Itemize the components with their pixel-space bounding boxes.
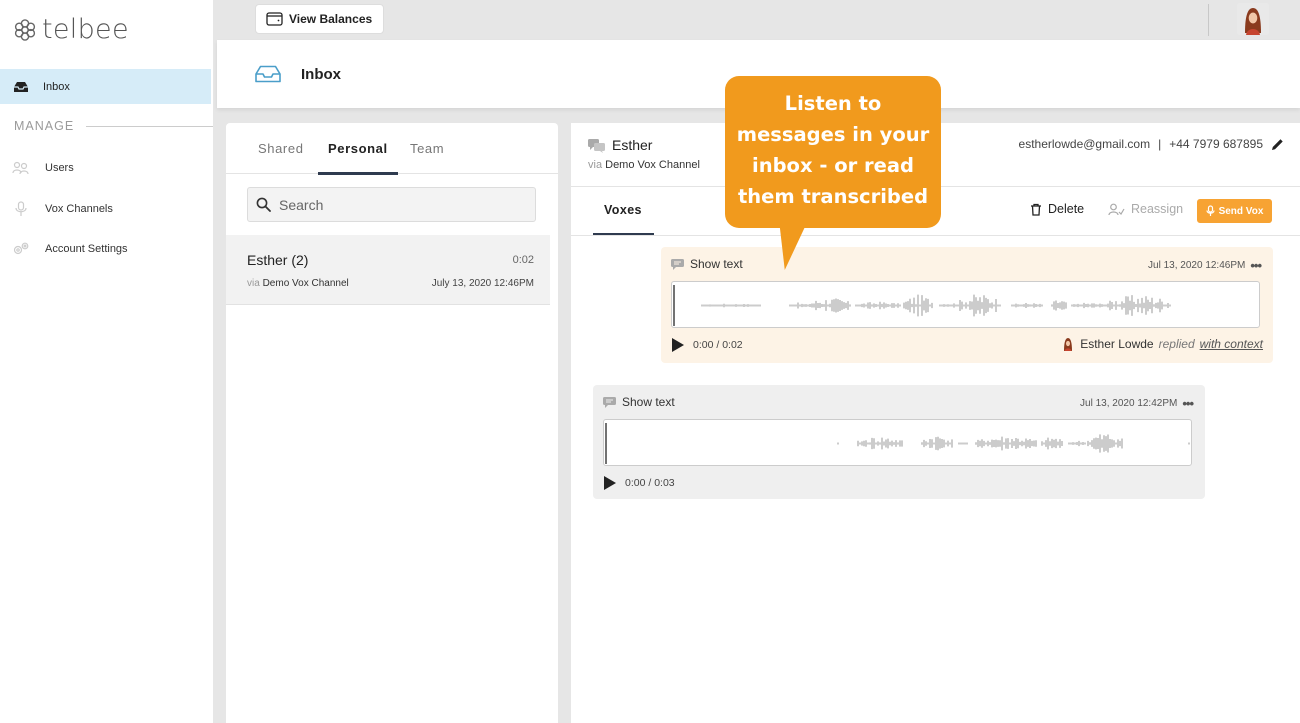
send-vox-label: Send Vox [1218, 205, 1264, 217]
speech-bubble-icon [603, 396, 616, 408]
tab-personal[interactable]: Personal [328, 141, 388, 156]
waveform-graphic [605, 423, 1190, 464]
user-avatar-icon [1237, 3, 1269, 35]
callout-line: messages in your [736, 123, 930, 146]
replied-by-name: Esther Lowde [1080, 337, 1154, 351]
speech-bubble-icon [671, 258, 684, 270]
divider [86, 125, 213, 127]
send-vox-button[interactable]: Send Vox [1197, 199, 1272, 223]
manage-section-header: MANAGE [14, 119, 213, 133]
pencil-icon[interactable] [1271, 138, 1284, 151]
show-text-button[interactable]: Show text [603, 395, 675, 409]
sidebar-item-label: Users [45, 162, 74, 174]
inbox-tabs: Shared Personal Team [226, 123, 558, 175]
conversation-date: July 13, 2020 12:46PM [431, 278, 534, 289]
gears-icon [13, 242, 29, 255]
channel-name: Demo Vox Channel [262, 278, 349, 289]
user-avatar-icon [1064, 338, 1073, 351]
telbee-logo[interactable]: telbee [12, 14, 129, 45]
flower-logo-icon [14, 18, 36, 41]
callout-line: Listen to [784, 92, 882, 115]
contact-email: estherlowde@gmail.com [1018, 137, 1151, 151]
play-icon[interactable] [603, 475, 617, 491]
replied-info: Esther Lowde replied with context [1061, 337, 1263, 351]
contact-phone: +44 7979 687895 [1169, 137, 1263, 151]
top-bar: View Balances [213, 0, 1300, 40]
sidebar-item-label: Account Settings [45, 243, 128, 255]
via-label: via [247, 278, 260, 289]
audio-player: 0:00 / 0:02 [671, 337, 743, 353]
trash-icon [1031, 203, 1041, 216]
conversation-duration: 0:02 [512, 254, 534, 266]
vox-message: Show text Jul 13, 2020 12:42PM ••• 0:00 … [593, 385, 1205, 499]
view-balances-label: View Balances [289, 12, 373, 26]
vox-timestamp: Jul 13, 2020 12:46PM [1148, 260, 1246, 271]
playback-time: 0:00 / 0:03 [625, 477, 675, 489]
sidebar: telbee Inbox MANAGE Users Vox Channels A… [0, 0, 213, 723]
sidebar-item-vox-channels[interactable]: Vox Channels [12, 201, 113, 217]
waveform[interactable] [603, 419, 1192, 466]
page-title: Inbox [301, 65, 341, 83]
audio-player: 0:00 / 0:03 [603, 475, 675, 491]
delete-button[interactable]: Delete [1030, 202, 1084, 216]
conversation-item[interactable]: Esther (2) 0:02 via Demo Vox Channel Jul… [226, 235, 550, 305]
vox-date: Jul 13, 2020 12:46PM ••• [1148, 258, 1262, 273]
sidebar-item-label: Inbox [43, 80, 70, 93]
brand-name: telbee [42, 14, 129, 45]
channel-name: Demo Vox Channel [605, 159, 700, 171]
tab-shared[interactable]: Shared [258, 141, 304, 156]
users-icon [12, 161, 29, 175]
separator: | [1158, 137, 1162, 151]
conversation-list-panel: Shared Personal Team Esther (2) 0:02 via… [226, 123, 558, 723]
callout-line: inbox - or read [752, 154, 914, 177]
divider [1208, 4, 1209, 36]
sidebar-item-inbox[interactable]: Inbox [0, 69, 211, 104]
divider [571, 235, 1300, 236]
reassign-user-icon [1108, 203, 1125, 215]
microphone-icon [15, 201, 27, 216]
contact-info: estherlowde@gmail.com | +44 7979 687895 [1019, 137, 1284, 151]
delete-label: Delete [1048, 202, 1085, 216]
active-tab-indicator [318, 172, 398, 175]
more-options-icon[interactable]: ••• [1182, 396, 1194, 411]
inbox-outline-icon [255, 65, 281, 83]
tab-team[interactable]: Team [410, 141, 444, 156]
vox-timestamp: Jul 13, 2020 12:42PM [1080, 398, 1178, 409]
waveform-graphic [673, 285, 1171, 326]
sidebar-item-label: Vox Channels [45, 203, 113, 215]
search-icon [256, 197, 271, 212]
contact-channel: via Demo Vox Channel [588, 159, 700, 171]
conversation-name: Esther (2) [247, 252, 309, 268]
vox-message: Show text Jul 13, 2020 12:46PM ••• 0:00 … [661, 247, 1273, 363]
sidebar-item-account-settings[interactable]: Account Settings [12, 241, 128, 257]
show-text-label: Show text [690, 257, 743, 271]
via-label: via [588, 159, 603, 171]
tab-voxes[interactable]: Voxes [604, 203, 642, 217]
show-text-button[interactable]: Show text [671, 257, 743, 271]
replied-label: replied [1158, 337, 1195, 351]
sidebar-item-users[interactable]: Users [12, 161, 74, 175]
inbox-icon [14, 81, 28, 92]
play-icon[interactable] [671, 337, 685, 353]
avatar[interactable] [1237, 3, 1269, 35]
chat-bubbles-icon [588, 139, 605, 153]
reassign-label: Reassign [1131, 202, 1184, 216]
wallet-icon [266, 12, 283, 26]
search-input[interactable] [279, 196, 529, 213]
reassign-button[interactable]: Reassign [1108, 202, 1183, 216]
with-context-link[interactable]: with context [1200, 337, 1263, 351]
show-text-label: Show text [622, 395, 675, 409]
more-options-icon[interactable]: ••• [1250, 258, 1262, 273]
view-balances-button[interactable]: View Balances [255, 4, 384, 34]
callout-line: them transcribed [737, 185, 929, 208]
vox-date: Jul 13, 2020 12:42PM ••• [1080, 396, 1194, 411]
playback-time: 0:00 / 0:02 [693, 339, 743, 351]
microphone-icon [1205, 205, 1215, 216]
section-label: MANAGE [14, 119, 75, 133]
search-box[interactable] [247, 187, 536, 222]
waveform[interactable] [671, 281, 1260, 328]
conversation-channel: via Demo Vox Channel [247, 278, 349, 289]
tooltip-callout: Listen to messages in your inbox - or re… [725, 76, 941, 228]
contact-name: Esther [612, 137, 653, 153]
